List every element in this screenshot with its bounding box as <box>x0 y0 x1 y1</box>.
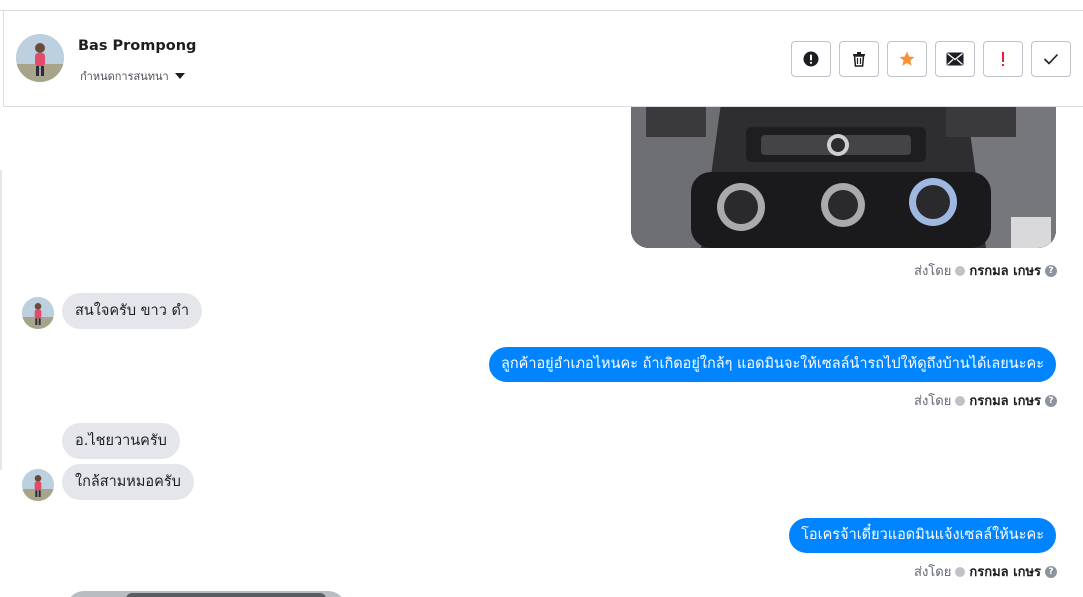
star-icon <box>899 51 915 66</box>
outgoing-image-message[interactable] <box>631 107 1056 248</box>
conversation-actions <box>791 41 1071 77</box>
contact-avatar-image <box>16 34 64 82</box>
sent-by-label: ส่งโดย <box>914 565 952 580</box>
outgoing-message[interactable]: ลูกค้าอยู่อำเภอไหนคะ ถ้าเกิดอยู่ใกล้ๆ แอ… <box>488 347 1056 382</box>
verified-icon <box>955 395 966 406</box>
envelope-icon <box>946 52 964 66</box>
contact-avatar-image <box>22 469 54 501</box>
contact-avatar-image <box>22 297 54 329</box>
alert-circle-icon <box>803 51 819 67</box>
exclamation-icon <box>1002 52 1004 66</box>
incoming-message[interactable]: สนใจครับ ขาว ดำ <box>62 293 203 329</box>
help-icon[interactable]: ? <box>1045 264 1057 277</box>
sent-by-label: ส่งโดย <box>914 394 952 409</box>
done-button[interactable] <box>1031 41 1071 77</box>
verified-icon <box>955 566 966 577</box>
contact-avatar-small[interactable] <box>22 469 54 501</box>
incoming-message[interactable]: ใกล้สามหมอครับ <box>62 464 194 500</box>
check-icon <box>1043 53 1059 65</box>
sender-name[interactable]: กรกมล เกษร <box>969 390 1041 411</box>
scroll-edge <box>0 170 2 470</box>
inbox-conversation-panel: Bas Prompong กำหนดการสนทนา ส่งโดย กรกมล … <box>0 0 1083 597</box>
help-icon[interactable]: ? <box>1045 394 1057 407</box>
sent-by-info: ส่งโดย กรกมล เกษร ? <box>914 561 1057 582</box>
help-icon[interactable]: ? <box>1045 565 1057 578</box>
contact-avatar[interactable] <box>16 34 64 82</box>
verified-icon <box>955 265 966 276</box>
message-thread[interactable]: ส่งโดย กรกมล เกษร ? สนใจครับ ขาว ดำ ลูกค… <box>4 107 1083 597</box>
flag-button[interactable] <box>983 41 1023 77</box>
mark-spam-button[interactable] <box>791 41 831 77</box>
contact-name[interactable]: Bas Prompong <box>78 38 196 54</box>
conversation-options-label: กำหนดการสนทนา <box>80 70 169 83</box>
car-console-photo <box>631 107 1056 248</box>
sender-name[interactable]: กรกมล เกษร <box>969 561 1041 582</box>
conversation-header: Bas Prompong กำหนดการสนทนา <box>4 11 1083 107</box>
sent-by-label: ส่งโดย <box>914 264 952 279</box>
mark-unread-button[interactable] <box>935 41 975 77</box>
star-button[interactable] <box>887 41 927 77</box>
outgoing-message[interactable]: โอเครจ้าเดี๋ยวแอดมินแจ้งเซลล์ให้นะคะ <box>789 518 1056 553</box>
sent-by-info: ส่งโดย กรกมล เกษร ? <box>914 260 1057 281</box>
conversation-options-dropdown[interactable]: กำหนดการสนทนา <box>80 67 185 85</box>
trash-icon <box>853 52 865 67</box>
incoming-message[interactable]: อ.ไชยวานครับ <box>62 423 180 459</box>
sent-by-info: ส่งโดย กรกมล เกษร ? <box>914 390 1057 411</box>
delete-button[interactable] <box>839 41 879 77</box>
incoming-image-message[interactable] <box>66 591 346 597</box>
chevron-down-icon <box>174 73 185 79</box>
contact-avatar-small[interactable] <box>22 297 54 329</box>
sender-name[interactable]: กรกมล เกษร <box>969 260 1041 281</box>
